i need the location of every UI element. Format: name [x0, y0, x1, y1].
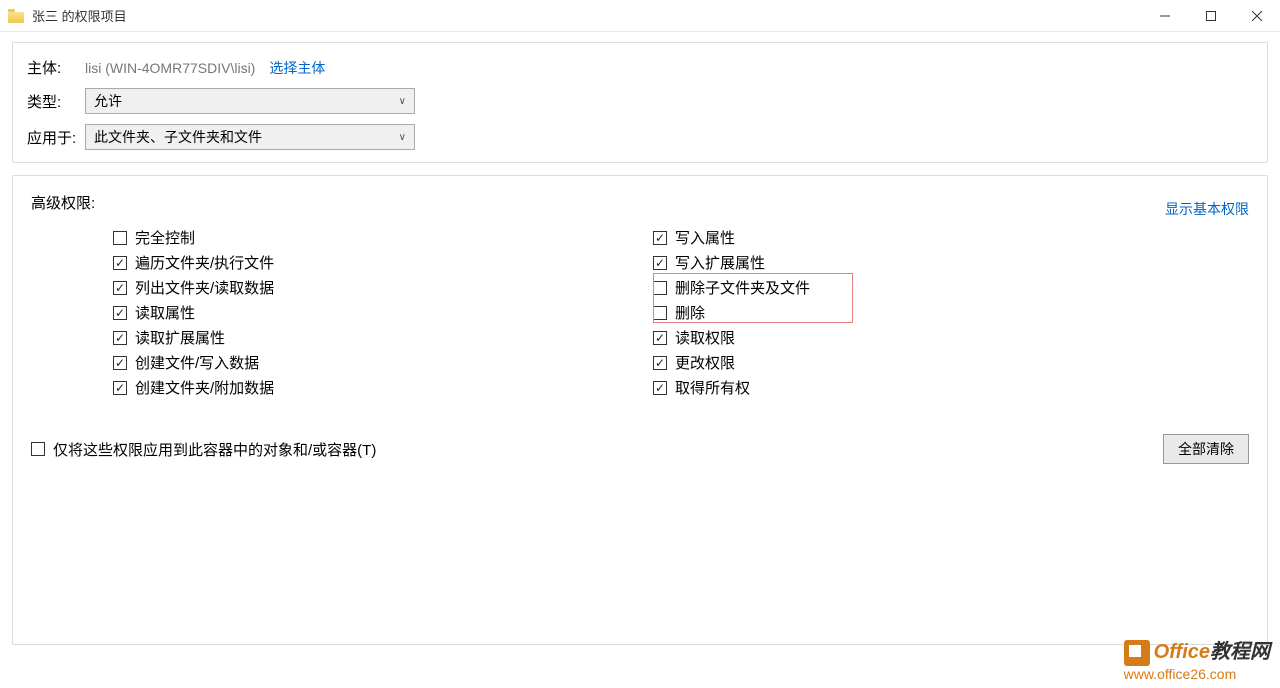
permission-item: 读取权限 [653, 325, 1111, 350]
permission-label: 写入扩展属性 [675, 252, 765, 273]
permission-checkbox[interactable] [653, 331, 667, 345]
permissions-right-col: 写入属性写入扩展属性删除子文件夹及文件删除读取权限更改权限取得所有权 [571, 225, 1111, 400]
permission-item: 写入属性 [653, 225, 1111, 250]
permission-checkbox[interactable] [653, 256, 667, 270]
permission-label: 遍历文件夹/执行文件 [135, 252, 274, 273]
permission-item: 创建文件夹/附加数据 [113, 375, 571, 400]
permission-checkbox[interactable] [653, 356, 667, 370]
permission-label: 删除 [675, 302, 705, 323]
permission-item: 读取扩展属性 [113, 325, 571, 350]
permission-item: 更改权限 [653, 350, 1111, 375]
clear-all-button[interactable]: 全部清除 [1163, 434, 1249, 464]
permission-label: 取得所有权 [675, 377, 750, 398]
folder-icon [8, 9, 24, 23]
watermark: Office教程网 www.office26.com [1124, 635, 1270, 682]
permission-checkbox[interactable] [113, 256, 127, 270]
permission-checkbox[interactable] [653, 231, 667, 245]
watermark-line2: www.office26.com [1124, 666, 1270, 682]
permission-item: 列出文件夹/读取数据 [113, 275, 571, 300]
permission-checkbox[interactable] [113, 306, 127, 320]
permission-item: 取得所有权 [653, 375, 1111, 400]
permission-item: 完全控制 [113, 225, 571, 250]
permissions-panel: 高级权限: 显示基本权限 完全控制遍历文件夹/执行文件列出文件夹/读取数据读取属… [12, 175, 1268, 645]
permission-checkbox[interactable] [113, 281, 127, 295]
permission-item: 读取属性 [113, 300, 571, 325]
permission-label: 写入属性 [675, 227, 735, 248]
permissions-left-col: 完全控制遍历文件夹/执行文件列出文件夹/读取数据读取属性读取扩展属性创建文件/写… [31, 225, 571, 400]
type-select-value: 允许 [94, 91, 122, 111]
type-select[interactable]: 允许 ∨ [85, 88, 415, 114]
close-button[interactable] [1234, 0, 1280, 32]
permission-item: 创建文件/写入数据 [113, 350, 571, 375]
window-controls [1142, 0, 1280, 32]
applies-select[interactable]: 此文件夹、子文件夹和文件 ∨ [85, 124, 415, 150]
window-title: 张三 的权限项目 [32, 6, 127, 25]
select-principal-link[interactable]: 选择主体 [269, 58, 325, 78]
maximize-button[interactable] [1188, 0, 1234, 32]
permissions-columns: 完全控制遍历文件夹/执行文件列出文件夹/读取数据读取属性读取扩展属性创建文件/写… [31, 225, 1249, 400]
permission-checkbox[interactable] [113, 356, 127, 370]
title-bar: 张三 的权限项目 [0, 0, 1280, 32]
watermark-icon [1124, 640, 1150, 666]
principal-row: 主体: lisi (WIN-4OMR77SDIV\lisi) 选择主体 [27, 57, 1253, 78]
applies-row: 应用于: 此文件夹、子文件夹和文件 ∨ [27, 124, 1253, 150]
permission-checkbox[interactable] [653, 381, 667, 395]
permission-checkbox[interactable] [113, 231, 127, 245]
permission-label: 删除子文件夹及文件 [675, 277, 810, 298]
permission-checkbox[interactable] [113, 381, 127, 395]
principal-label: 主体: [27, 57, 85, 78]
permission-checkbox[interactable] [113, 331, 127, 345]
permission-label: 创建文件夹/附加数据 [135, 377, 274, 398]
permission-checkbox[interactable] [653, 306, 667, 320]
permission-item: 删除子文件夹及文件 [653, 275, 1111, 300]
permission-label: 列出文件夹/读取数据 [135, 277, 274, 298]
applies-select-value: 此文件夹、子文件夹和文件 [94, 127, 262, 147]
chevron-down-icon: ∨ [399, 132, 406, 143]
permission-label: 更改权限 [675, 352, 735, 373]
bottom-row: 仅将这些权限应用到此容器中的对象和/或容器(T) 全部清除 [31, 434, 1249, 464]
client-area: 主体: lisi (WIN-4OMR77SDIV\lisi) 选择主体 类型: … [0, 32, 1280, 655]
permission-checkbox[interactable] [653, 281, 667, 295]
permission-label: 读取扩展属性 [135, 327, 225, 348]
permission-item: 遍历文件夹/执行文件 [113, 250, 571, 275]
type-row: 类型: 允许 ∨ [27, 88, 1253, 114]
only-apply-label: 仅将这些权限应用到此容器中的对象和/或容器(T) [53, 439, 376, 460]
watermark-line1: Office教程网 [1124, 635, 1270, 666]
type-label: 类型: [27, 91, 85, 112]
permission-item: 删除 [653, 300, 1111, 325]
applies-label: 应用于: [27, 127, 85, 148]
permission-label: 读取属性 [135, 302, 195, 323]
permission-label: 创建文件/写入数据 [135, 352, 259, 373]
chevron-down-icon: ∨ [399, 96, 406, 107]
advanced-perm-title: 高级权限: [31, 192, 95, 213]
show-basic-link[interactable]: 显示基本权限 [1165, 199, 1249, 219]
permission-label: 读取权限 [675, 327, 735, 348]
permission-item: 写入扩展属性 [653, 250, 1111, 275]
header-panel: 主体: lisi (WIN-4OMR77SDIV\lisi) 选择主体 类型: … [12, 42, 1268, 163]
only-apply-row: 仅将这些权限应用到此容器中的对象和/或容器(T) [31, 439, 376, 460]
minimize-button[interactable] [1142, 0, 1188, 32]
permission-label: 完全控制 [135, 227, 195, 248]
only-apply-checkbox[interactable] [31, 442, 45, 456]
principal-value: lisi (WIN-4OMR77SDIV\lisi) [85, 60, 255, 76]
